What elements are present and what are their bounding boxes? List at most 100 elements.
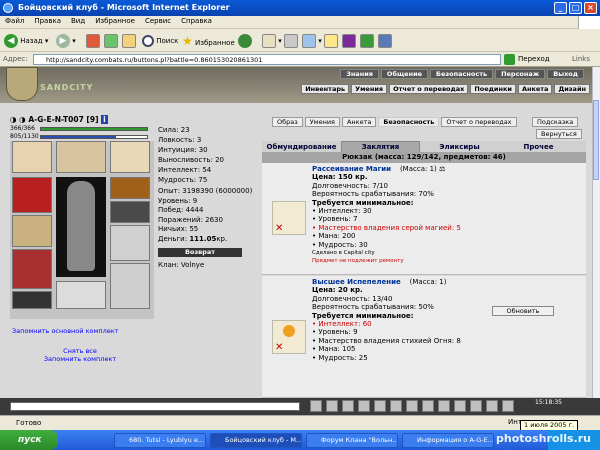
menu-file[interactable]: Файл bbox=[0, 16, 29, 26]
stop-button[interactable] bbox=[86, 33, 100, 49]
belt-slot[interactable] bbox=[12, 291, 52, 309]
mail-button[interactable]: ▾ bbox=[262, 33, 282, 49]
hint-button[interactable]: Подсказка bbox=[532, 117, 579, 127]
scrollbar-thumb[interactable] bbox=[593, 100, 599, 180]
hat-slot[interactable] bbox=[12, 177, 52, 213]
tab-skills[interactable]: Умения bbox=[304, 117, 340, 127]
task-item[interactable]: Бойцовский клуб - M... bbox=[210, 433, 302, 448]
fire-scroll-icon[interactable]: ✕ bbox=[272, 320, 306, 354]
menu-favorites[interactable]: Избранное bbox=[90, 16, 140, 26]
armor-slot[interactable] bbox=[12, 249, 52, 289]
chat-tool-icon[interactable] bbox=[358, 400, 370, 412]
close-button[interactable]: × bbox=[584, 2, 597, 14]
task-item[interactable]: Форум Клана "Вольн... bbox=[306, 433, 398, 448]
go-button[interactable]: Переход bbox=[518, 55, 550, 63]
print-button[interactable] bbox=[284, 33, 298, 49]
nav-communication[interactable]: Общение bbox=[380, 69, 429, 79]
nav-exit[interactable]: Выход bbox=[547, 69, 584, 79]
chat-tool-icon[interactable] bbox=[374, 400, 386, 412]
chat-input[interactable] bbox=[10, 402, 300, 411]
menu-tools[interactable]: Сервис bbox=[140, 16, 176, 26]
favorites-button[interactable]: ★ Избранное bbox=[182, 33, 235, 49]
remember-main-set-link[interactable]: Запомнить основной комплект bbox=[12, 327, 119, 335]
hp-text: 366/366 bbox=[10, 125, 35, 132]
chat-tool-icon[interactable] bbox=[342, 400, 354, 412]
messenger-button[interactable] bbox=[360, 33, 374, 49]
edit-button[interactable]: ▾ bbox=[302, 33, 322, 49]
profile-tabs: Образ Умения Анкета Безопасность Отчет о пер… bbox=[272, 117, 519, 127]
chat-tool-icon[interactable] bbox=[502, 400, 514, 412]
remember-set-link[interactable]: Запомнить комплект bbox=[40, 355, 120, 363]
task-item[interactable]: 680. Tutsi - Lyublyu e... bbox=[114, 433, 206, 448]
go-arrow-icon[interactable] bbox=[504, 54, 515, 65]
home-button[interactable] bbox=[122, 33, 136, 49]
item-req: Мастерство владения стихией Огня: 8 bbox=[312, 337, 460, 345]
tab-image[interactable]: Образ bbox=[272, 117, 303, 127]
nav-knowledge[interactable]: Знания bbox=[340, 69, 379, 79]
back-button[interactable]: ◀ Назад ▾ bbox=[4, 33, 48, 49]
info-icon[interactable]: i bbox=[101, 115, 108, 124]
forward-button[interactable]: ▶ ▾ bbox=[56, 33, 76, 49]
chat-tool-icon[interactable] bbox=[310, 400, 322, 412]
tab-transfers[interactable]: Отчет о переводах bbox=[441, 117, 517, 127]
rings-slot[interactable] bbox=[56, 281, 106, 309]
item-price: Цена: 150 кр. bbox=[312, 173, 368, 182]
subnav-profile[interactable]: Анкета bbox=[517, 84, 553, 94]
item-name[interactable]: Рассеивание Магии bbox=[312, 165, 391, 173]
nav-security[interactable]: Безопасность bbox=[430, 69, 494, 79]
history-button[interactable] bbox=[238, 33, 252, 49]
chat-tool-icon[interactable] bbox=[422, 400, 434, 412]
chat-tool-icon[interactable] bbox=[486, 400, 498, 412]
boots-slot[interactable] bbox=[110, 263, 150, 309]
chat-tool-icon[interactable] bbox=[406, 400, 418, 412]
chat-tool-icon[interactable] bbox=[326, 400, 338, 412]
remove-all-link[interactable]: Снять все bbox=[40, 347, 120, 355]
discuss-button[interactable] bbox=[324, 33, 338, 49]
ie-icon bbox=[3, 3, 13, 13]
weapon-slot[interactable] bbox=[12, 215, 52, 247]
refresh-button[interactable] bbox=[104, 33, 118, 49]
shield-slot[interactable] bbox=[110, 225, 150, 261]
chat-tool-icon[interactable] bbox=[470, 400, 482, 412]
tab-profile[interactable]: Анкета bbox=[341, 117, 377, 127]
back-to-game-button[interactable]: Вернуться bbox=[536, 129, 582, 139]
extra-button[interactable] bbox=[378, 33, 392, 49]
address-input[interactable]: http://sandcity.combats.ru/buttons.pl?ba… bbox=[33, 54, 501, 65]
update-button[interactable]: Обновить bbox=[492, 306, 554, 316]
windows-logo-icon bbox=[578, 16, 600, 29]
refresh-icon bbox=[104, 34, 118, 48]
return-button[interactable]: Возврат bbox=[158, 248, 242, 257]
tab-security[interactable]: Безопасность bbox=[378, 117, 440, 127]
subnav-transfers[interactable]: Отчет о переводах bbox=[389, 84, 469, 94]
address-label: Адрес: bbox=[3, 55, 28, 63]
bracers-slot[interactable] bbox=[110, 177, 150, 199]
spell-slots[interactable] bbox=[12, 141, 52, 173]
nav-character[interactable]: Персонаж bbox=[495, 69, 546, 79]
item-req: Мана: 200 bbox=[312, 232, 461, 240]
scroll-icon[interactable]: ✕ bbox=[272, 201, 306, 235]
chat-tool-icon[interactable] bbox=[454, 400, 466, 412]
maximize-button[interactable]: □ bbox=[569, 2, 582, 14]
yahoo-button[interactable] bbox=[342, 33, 356, 49]
gloves-slot[interactable] bbox=[110, 201, 150, 223]
scroll-slots[interactable] bbox=[110, 141, 150, 173]
links-button[interactable]: Links bbox=[572, 55, 590, 63]
subnav-design[interactable]: Дизайн bbox=[554, 84, 590, 94]
chat-tool-icon[interactable] bbox=[438, 400, 450, 412]
subnav-skills[interactable]: Умения bbox=[351, 84, 388, 94]
amulet-slots[interactable] bbox=[56, 141, 106, 173]
item-name[interactable]: Высшее Испепеление bbox=[312, 278, 401, 286]
minimize-button[interactable]: _ bbox=[554, 2, 567, 14]
menu-help[interactable]: Справка bbox=[176, 16, 217, 26]
chat-tool-icon[interactable] bbox=[390, 400, 402, 412]
subnav-fights[interactable]: Поединки bbox=[470, 84, 516, 94]
stat-agility: Ловкость: 3 bbox=[158, 136, 202, 144]
menu-view[interactable]: Вид bbox=[66, 16, 90, 26]
mana-bar bbox=[41, 136, 117, 138]
site-logo: SANDCITY bbox=[40, 83, 94, 92]
task-item[interactable]: Информация о A-G-E... bbox=[402, 433, 494, 448]
menu-edit[interactable]: Правка bbox=[29, 16, 66, 26]
start-button[interactable]: пуск bbox=[0, 430, 58, 450]
subnav-inventory[interactable]: Инвентарь bbox=[301, 84, 350, 94]
search-button[interactable]: Поиск bbox=[142, 33, 178, 49]
